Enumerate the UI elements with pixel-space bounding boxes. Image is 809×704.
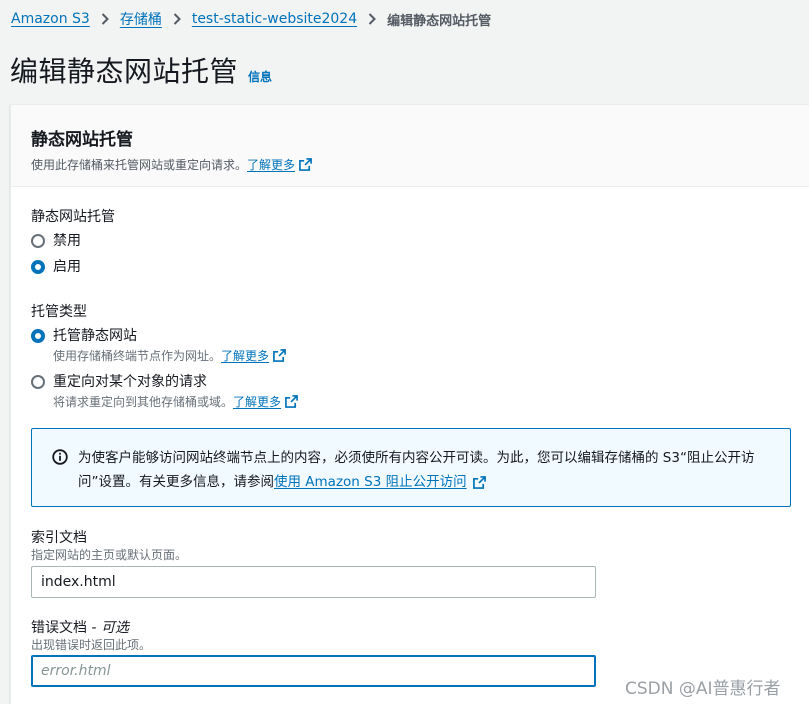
error-document-input[interactable] [31, 655, 596, 687]
radio-redirect[interactable]: 重定向对某个对象的请求 将请求重定向到其他存储桶或域。 了解更多 [31, 373, 298, 410]
info-alert: 为使客户能够访问网站终端节点上的内容，必须使所有内容公开可读。为此，您可以编辑存… [31, 428, 791, 507]
radio-host-static-desc: 使用存储桶终端节点作为网址。 了解更多 [53, 347, 286, 364]
hosting-type-label: 托管类型 [31, 304, 87, 320]
redirect-learn-more-label: 了解更多 [233, 395, 282, 409]
external-link-icon [472, 475, 486, 489]
breadcrumb-buckets[interactable]: 存储桶 [120, 9, 162, 29]
radio-redirect-label: 重定向对某个对象的请求 [53, 374, 207, 390]
block-public-access-link[interactable]: 使用 Amazon S3 阻止公开访问 [274, 474, 486, 490]
error-document-label: 错误文档 - 可选 [31, 617, 129, 637]
host-static-learn-more-label: 了解更多 [221, 349, 270, 363]
index-document-input[interactable] [31, 566, 596, 598]
radio-disable-control[interactable] [31, 234, 45, 248]
error-document-desc: 出现错误时返回此项。 [31, 638, 152, 652]
learn-more-link[interactable]: 了解更多 [247, 156, 312, 173]
info-link[interactable]: 信息 [248, 68, 272, 85]
redirect-learn-more-link[interactable]: 了解更多 [233, 393, 298, 410]
redirect-desc-text: 将请求重定向到其他存储桶或域。 [53, 395, 234, 409]
radio-host-static-control[interactable] [31, 329, 45, 343]
external-link-icon [285, 395, 298, 408]
radio-host-static-label: 托管静态网站 [53, 328, 137, 344]
breadcrumb: Amazon S3 存储桶 test-static-website2024 编辑… [11, 9, 491, 29]
host-static-learn-more-link[interactable]: 了解更多 [221, 347, 286, 364]
chevron-right-icon [101, 13, 109, 25]
radio-redirect-desc: 将请求重定向到其他存储桶或域。 了解更多 [53, 393, 298, 410]
index-document-label: 索引文档 [31, 530, 87, 546]
section-description: 使用此存储桶来托管网站或重定向请求。 了解更多 [31, 156, 809, 173]
page-title: 编辑静态网站托管 [10, 55, 239, 88]
error-document-optional-sep: - [87, 620, 101, 636]
alert-text: 为使客户能够访问网站终端节点上的内容，必须使所有内容公开可读。为此，您可以编辑存… [78, 446, 778, 494]
radio-enable-control[interactable] [31, 260, 45, 274]
section-title: 静态网站托管 [31, 130, 133, 150]
breadcrumb-amazon-s3[interactable]: Amazon S3 [11, 11, 90, 27]
learn-more-label: 了解更多 [247, 158, 296, 172]
section-description-text: 使用此存储桶来托管网站或重定向请求。 [31, 158, 248, 172]
chevron-right-icon [368, 13, 377, 25]
breadcrumb-current: 编辑静态网站托管 [387, 13, 492, 29]
hosting-label: 静态网站托管 [31, 209, 115, 225]
breadcrumb-bucket-name[interactable]: test-static-website2024 [192, 11, 357, 27]
host-static-desc-text: 使用存储桶终端节点作为网址。 [53, 349, 222, 363]
info-circle-icon [52, 449, 68, 465]
card-header: 静态网站托管 使用此存储桶来托管网站或重定向请求。 了解更多 [11, 105, 809, 187]
error-document-label-text: 错误文档 [31, 620, 87, 636]
page-header: 编辑静态网站托管 信息 [10, 50, 272, 90]
radio-redirect-control[interactable] [31, 375, 45, 389]
radio-disable[interactable]: 禁用 [31, 232, 81, 250]
index-document-desc: 指定网站的主页或默认页面。 [31, 548, 188, 562]
block-public-access-label: 使用 Amazon S3 阻止公开访问 [274, 474, 467, 490]
radio-enable[interactable]: 启用 [31, 258, 81, 276]
radio-disable-label: 禁用 [53, 233, 81, 249]
chevron-right-icon [173, 13, 181, 25]
error-document-optional: 可选 [100, 620, 129, 636]
radio-host-static[interactable]: 托管静态网站 使用存储桶终端节点作为网址。 了解更多 [31, 327, 286, 364]
external-link-icon [273, 349, 286, 362]
radio-enable-label: 启用 [53, 259, 81, 275]
watermark: CSDN @AI普惠行者 [625, 679, 781, 699]
external-link-icon [299, 158, 312, 171]
